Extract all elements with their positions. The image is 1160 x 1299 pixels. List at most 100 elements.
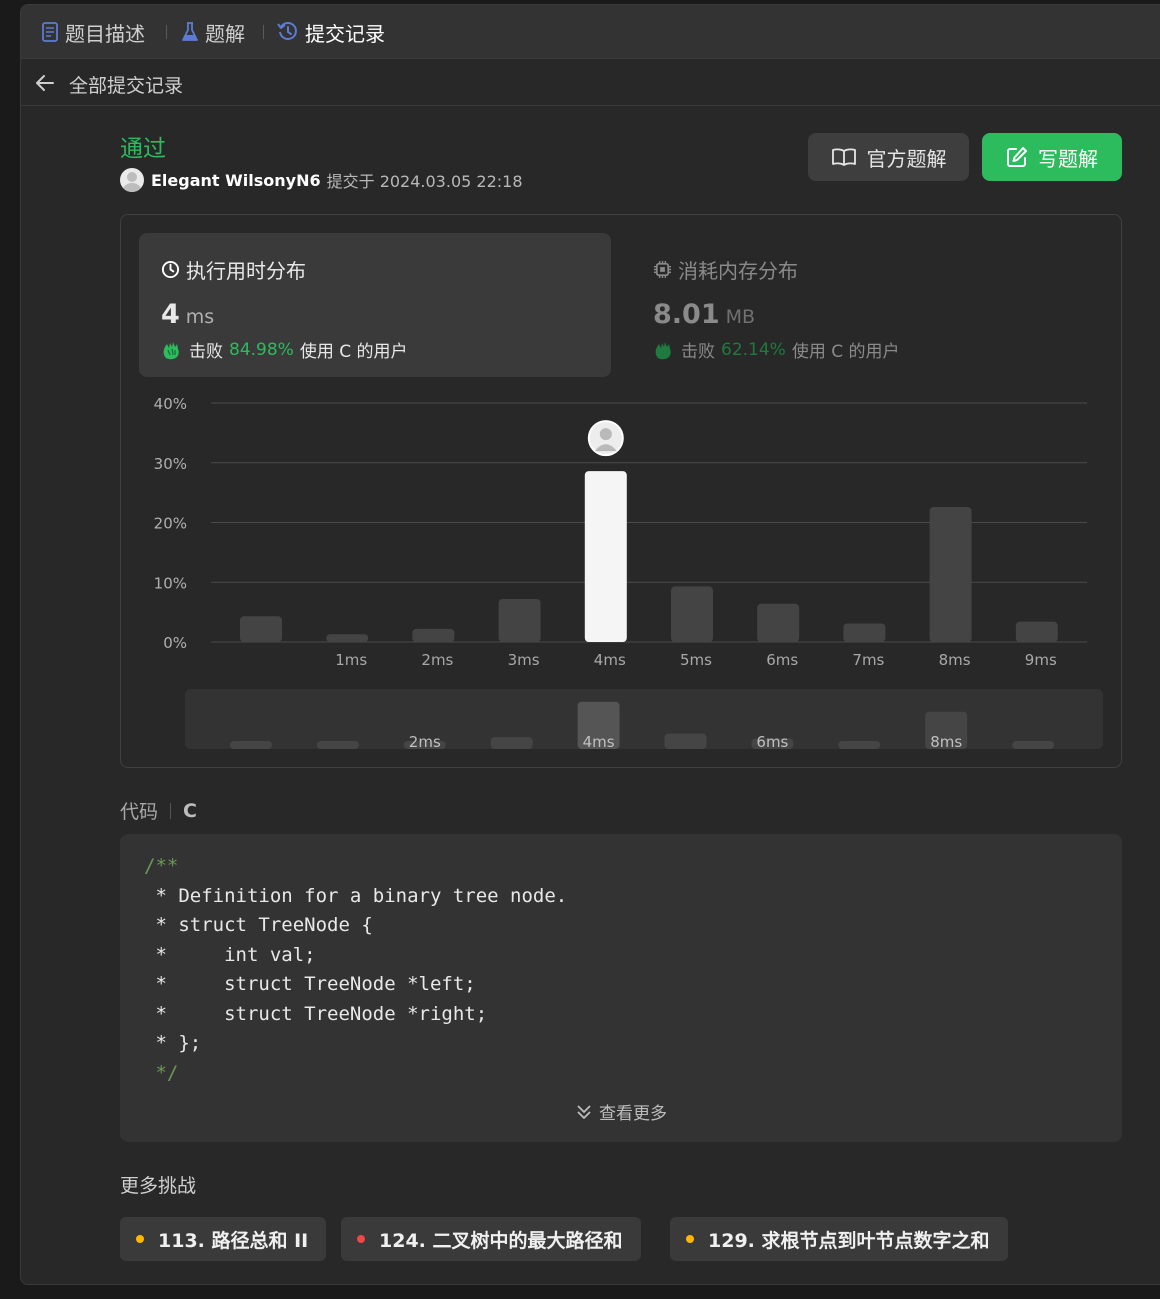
runtime-value: 4 ms xyxy=(161,299,214,330)
y-tick-label: 20% xyxy=(154,515,187,533)
tab-label: 题目描述 xyxy=(65,21,145,46)
overview-bar xyxy=(316,741,359,749)
overview-bar xyxy=(490,737,533,749)
beats-suffix: 使用 C 的用户 xyxy=(299,342,408,362)
overview-label: 2ms xyxy=(409,733,441,751)
difficulty-dot xyxy=(686,1235,694,1243)
code-block[interactable]: /** * Definition for a binary tree node.… xyxy=(120,834,1122,1142)
x-tick-label: 9ms xyxy=(1025,651,1057,669)
beats-label: 击败 xyxy=(189,342,223,362)
button-label: 官方题解 xyxy=(866,146,947,171)
bar xyxy=(671,586,713,642)
overview-bar xyxy=(664,733,707,749)
runtime-title-text: 执行用时分布 xyxy=(186,259,306,283)
runtime-beats: 击败 84.98% 使用 C 的用户 xyxy=(161,337,408,362)
overview-label: 8ms xyxy=(930,733,962,751)
submitted-time: 提交于 2024.03.05 22:18 xyxy=(326,172,523,191)
status-accepted: 通过 xyxy=(120,136,166,162)
memory-card[interactable]: 消耗内存分布 8.01 MB 击败 62.14% 使用 C 的用户 xyxy=(631,233,1103,377)
overview-bar xyxy=(230,741,272,749)
tab-label: 提交记录 xyxy=(305,21,385,46)
book-icon xyxy=(831,148,856,166)
divider xyxy=(170,802,172,819)
chip-icon xyxy=(653,260,672,279)
runtime-distribution-chart: 0% 10% 20% 30% 40% 1ms 2ms 3ms 4ms 5ms 6ms 7ms 8ms 9m… xyxy=(154,395,1103,751)
memory-title: 消耗内存分布 xyxy=(653,255,798,284)
code-line: * struct TreeNode { xyxy=(144,914,373,936)
more-challenges-title: 更多挑战 xyxy=(120,1175,197,1197)
bar xyxy=(757,603,800,642)
double-chevron-down-icon xyxy=(577,1104,591,1119)
x-tick-label: 5ms xyxy=(680,651,712,669)
challenge-chip[interactable]: 113. 路径总和 II xyxy=(120,1217,327,1261)
beats-label: 击败 xyxy=(681,342,715,362)
challenge-label: 129. 求根节点到叶节点数字之和 xyxy=(708,1229,990,1252)
document-icon xyxy=(42,22,58,42)
bar xyxy=(240,616,282,642)
y-tick-label: 10% xyxy=(154,574,187,592)
show-more-button[interactable]: 查看更多 xyxy=(120,1099,1122,1124)
tab-description[interactable]: 题目描述 xyxy=(41,17,145,47)
code-content: /** * Definition for a binary tree node.… xyxy=(144,852,567,1088)
challenge-label: 124. 二叉树中的最大路径和 xyxy=(379,1229,623,1252)
x-tick-label: 4ms xyxy=(594,651,626,669)
code-line: * struct TreeNode *left; xyxy=(144,973,476,995)
bar xyxy=(326,634,369,642)
code-line: * struct TreeNode *right; xyxy=(144,1002,488,1025)
bar xyxy=(843,623,886,642)
difficulty-dot xyxy=(357,1235,365,1243)
flask-icon xyxy=(182,22,198,41)
performance-stats: 执行用时分布 4 ms 击败 84.98% 使用 C 的用户 消耗内存分布 8.… xyxy=(120,214,1122,768)
avatar-marker-head xyxy=(599,428,612,441)
y-tick-label: 40% xyxy=(154,395,187,413)
all-submissions-title[interactable]: 全部提交记录 xyxy=(69,71,183,98)
x-tick-label: 6ms xyxy=(766,651,798,669)
y-tick-label: 0% xyxy=(163,634,187,652)
arrow-left-icon[interactable] xyxy=(33,71,57,95)
challenge-chip[interactable]: 124. 二叉树中的最大路径和 xyxy=(341,1217,641,1261)
memory-value: 8.01 MB xyxy=(653,299,755,330)
overview-label: 6ms xyxy=(756,733,788,751)
submission-panel: 题目描述 题解 提交记录 全部提交记录 通过 Elegant WilsonyN6… xyxy=(20,4,1160,1285)
tab-divider xyxy=(263,25,264,39)
code-header: 代码 C xyxy=(120,797,197,824)
username[interactable]: Elegant WilsonyN6 xyxy=(151,171,321,190)
sub-header: 全部提交记录 xyxy=(21,59,1160,106)
code-line: * int val; xyxy=(144,943,316,966)
edit-icon xyxy=(1007,147,1027,167)
bar xyxy=(412,628,455,642)
difficulty-dot xyxy=(136,1235,144,1243)
runtime-card[interactable]: 执行用时分布 4 ms 击败 84.98% 使用 C 的用户 xyxy=(139,233,611,377)
clap-icon xyxy=(655,341,671,359)
challenge-chip[interactable]: 129. 求根节点到叶节点数字之和 xyxy=(670,1217,1008,1261)
runtime-beat-percent: 84.98% xyxy=(229,339,294,360)
write-solution-button[interactable]: 写题解 xyxy=(982,133,1122,181)
tab-divider xyxy=(166,25,167,39)
x-tick-label: 1ms xyxy=(335,651,367,669)
code-label: 代码 xyxy=(120,801,159,823)
beats-suffix: 使用 C 的用户 xyxy=(791,342,900,362)
bar xyxy=(498,598,541,642)
button-label: 写题解 xyxy=(1038,146,1098,171)
memory-number: 8.01 xyxy=(653,299,720,330)
code-line: */ xyxy=(144,1061,179,1084)
runtime-unit: ms xyxy=(185,306,215,328)
history-icon xyxy=(277,22,297,40)
bar xyxy=(1015,621,1058,642)
submitter-info: Elegant WilsonyN6 提交于 2024.03.05 22:18 xyxy=(120,167,523,193)
x-tick-label: 8ms xyxy=(939,651,971,669)
code-line: * Definition for a binary tree node. xyxy=(144,884,568,907)
runtime-title: 执行用时分布 xyxy=(161,255,306,284)
tab-solutions[interactable]: 题解 xyxy=(181,17,245,47)
memory-unit: MB xyxy=(725,306,756,328)
bar xyxy=(929,506,972,642)
x-tick-label: 3ms xyxy=(508,651,540,669)
tab-submissions[interactable]: 提交记录 xyxy=(277,17,385,47)
avatar[interactable] xyxy=(120,168,144,192)
clap-icon xyxy=(163,341,179,359)
official-solution-button[interactable]: 官方题解 xyxy=(808,133,969,181)
overview-bar xyxy=(1012,741,1055,749)
tab-bar: 题目描述 题解 提交记录 xyxy=(21,5,1160,59)
code-line: /** xyxy=(144,855,179,877)
memory-beat-percent: 62.14% xyxy=(721,339,786,360)
